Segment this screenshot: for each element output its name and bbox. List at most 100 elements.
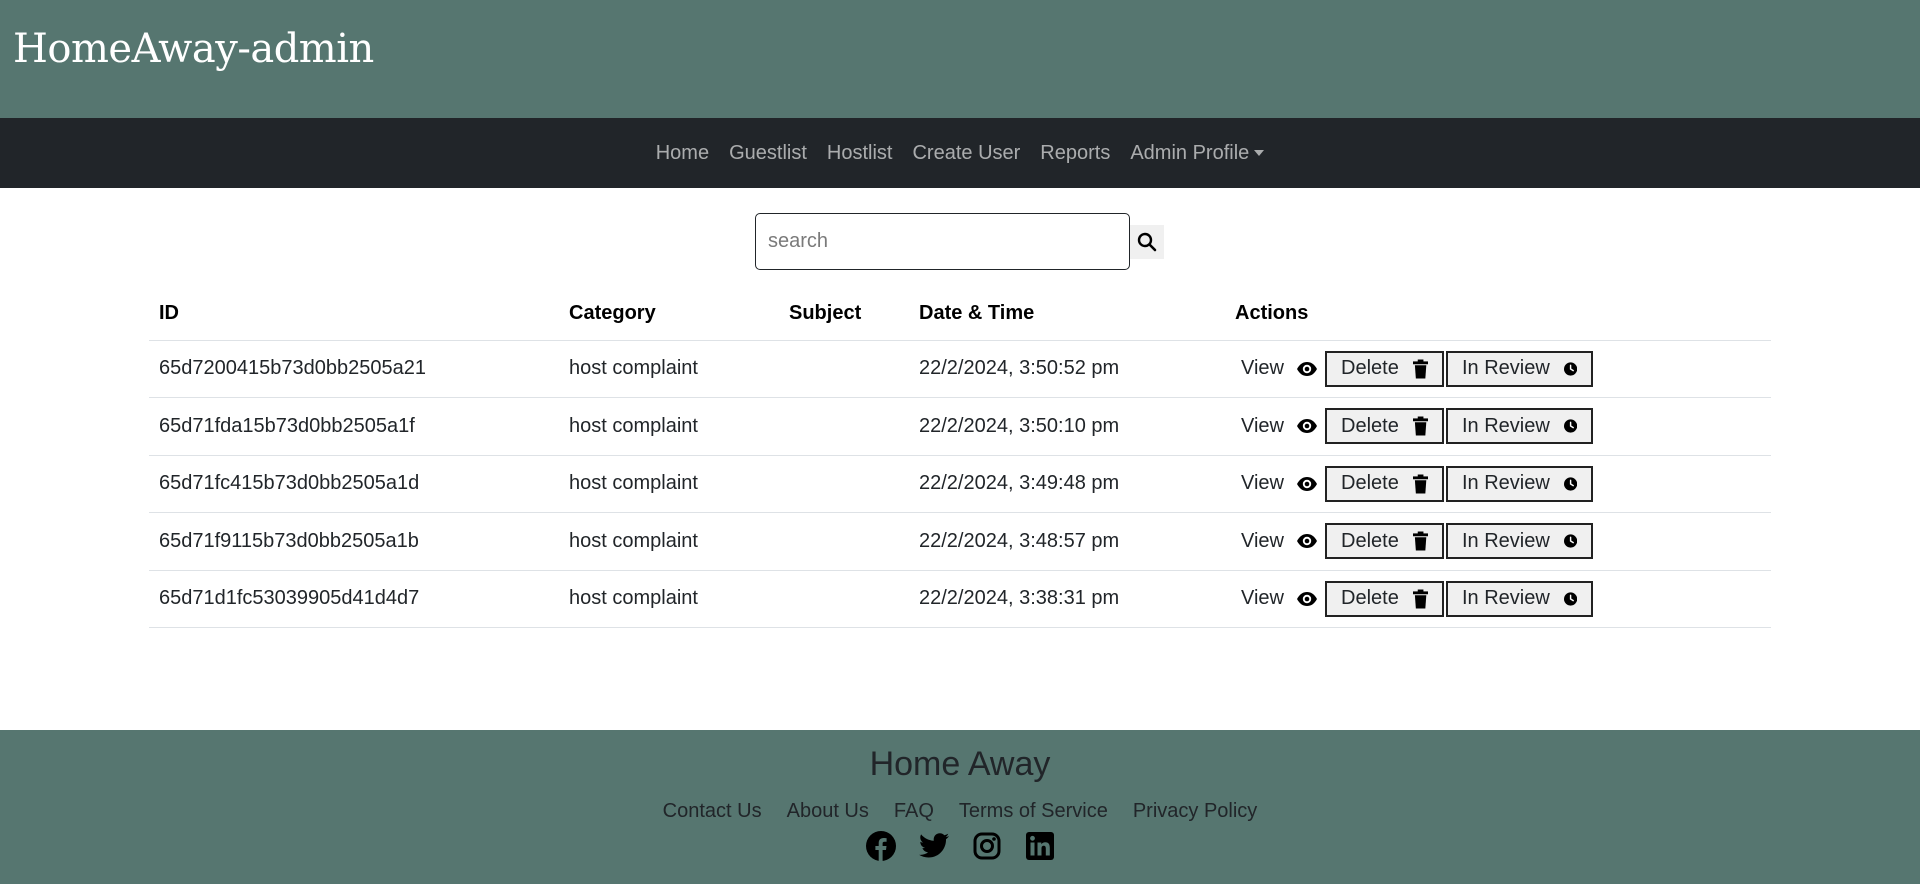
- nav-create-user[interactable]: Create User: [902, 142, 1030, 165]
- view-button[interactable]: View: [1235, 415, 1324, 438]
- caret-down-icon: [1254, 150, 1265, 156]
- brand-title[interactable]: HomeAway-admin: [13, 26, 374, 72]
- linkedin-icon[interactable]: [1025, 831, 1055, 861]
- in-review-button[interactable]: In Review: [1446, 350, 1593, 387]
- table-row: 65d71f9115b73d0bb2505a1b host complaint …: [149, 512, 1771, 571]
- column-header-category: Category: [559, 288, 779, 341]
- row-actions: View Delete In Review: [1235, 408, 1761, 445]
- nav-guestlist[interactable]: Guestlist: [719, 142, 817, 165]
- in-review-button[interactable]: In Review: [1446, 465, 1593, 502]
- twitter-icon[interactable]: [918, 831, 949, 861]
- trash-icon: [1412, 416, 1428, 436]
- table-body: 65d7200415b73d0bb2505a21 host complaint …: [149, 340, 1771, 628]
- cell-category: host complaint: [559, 512, 779, 571]
- footer-link-privacy[interactable]: Privacy Policy: [1120, 800, 1269, 823]
- trash-icon: [1412, 589, 1428, 609]
- footer-link-about-us[interactable]: About Us: [774, 800, 881, 823]
- facebook-icon[interactable]: [865, 831, 896, 861]
- footer-link-faq[interactable]: FAQ: [881, 800, 946, 823]
- cell-subject: [779, 340, 909, 398]
- column-header-id: ID: [149, 288, 559, 341]
- search-icon: [1137, 232, 1157, 251]
- view-button[interactable]: View: [1235, 357, 1324, 380]
- delete-button[interactable]: Delete: [1325, 465, 1444, 502]
- delete-label: Delete: [1341, 414, 1399, 437]
- delete-label: Delete: [1341, 357, 1399, 380]
- instagram-icon[interactable]: [972, 831, 1002, 861]
- view-label: View: [1241, 587, 1284, 610]
- table-row: 65d71fc415b73d0bb2505a1d host complaint …: [149, 455, 1771, 513]
- in-review-label: In Review: [1462, 587, 1550, 610]
- cell-id: 65d71fc415b73d0bb2505a1d: [149, 455, 559, 513]
- delete-button[interactable]: Delete: [1325, 523, 1444, 560]
- cell-id: 65d7200415b73d0bb2505a21: [149, 340, 559, 398]
- clock-icon: [1563, 419, 1577, 433]
- cell-datetime: 22/2/2024, 3:48:57 pm: [909, 512, 1225, 571]
- clock-icon: [1563, 534, 1577, 548]
- cell-actions: View Delete In Review: [1225, 570, 1771, 628]
- view-button[interactable]: View: [1235, 587, 1324, 610]
- eye-icon: [1297, 534, 1317, 549]
- table-row: 65d71fda15b73d0bb2505a1f host complaint …: [149, 397, 1771, 456]
- footer-links: Contact Us About Us FAQ Terms of Service…: [0, 800, 1920, 823]
- nav-reports[interactable]: Reports: [1030, 142, 1120, 165]
- nav-hostlist[interactable]: Hostlist: [817, 142, 903, 165]
- site-footer: Home Away Contact Us About Us FAQ Terms …: [0, 730, 1920, 884]
- search-button[interactable]: [1130, 224, 1164, 259]
- column-header-actions: Actions: [1225, 288, 1771, 341]
- cell-category: host complaint: [559, 570, 779, 628]
- in-review-label: In Review: [1462, 472, 1550, 495]
- nav-admin-profile-dropdown[interactable]: Admin Profile: [1120, 142, 1274, 165]
- cell-subject: [779, 397, 909, 456]
- delete-label: Delete: [1341, 587, 1399, 610]
- row-actions: View Delete In Review: [1235, 465, 1761, 502]
- delete-button[interactable]: Delete: [1325, 408, 1444, 445]
- eye-icon: [1297, 591, 1317, 606]
- cell-datetime: 22/2/2024, 3:49:48 pm: [909, 455, 1225, 513]
- delete-button[interactable]: Delete: [1325, 580, 1444, 617]
- cell-category: host complaint: [559, 455, 779, 513]
- cell-actions: View Delete In Review: [1225, 397, 1771, 456]
- cell-id: 65d71fda15b73d0bb2505a1f: [149, 397, 559, 456]
- view-button[interactable]: View: [1235, 472, 1324, 495]
- view-button[interactable]: View: [1235, 530, 1324, 553]
- trash-icon: [1412, 531, 1428, 551]
- in-review-button[interactable]: In Review: [1446, 580, 1593, 617]
- table-row: 65d7200415b73d0bb2505a21 host complaint …: [149, 340, 1771, 398]
- cell-actions: View Delete In Review: [1225, 455, 1771, 513]
- in-review-label: In Review: [1462, 414, 1550, 437]
- delete-button[interactable]: Delete: [1325, 350, 1444, 387]
- footer-link-terms[interactable]: Terms of Service: [946, 800, 1120, 823]
- main-navbar: Home Guestlist Hostlist Create User Repo…: [0, 118, 1920, 188]
- column-header-subject: Subject: [779, 288, 909, 341]
- delete-label: Delete: [1341, 472, 1399, 495]
- footer-link-contact-us[interactable]: Contact Us: [650, 800, 774, 823]
- cell-actions: View Delete In Review: [1225, 512, 1771, 571]
- eye-icon: [1297, 419, 1317, 434]
- admin-profile-label: Admin Profile: [1130, 141, 1250, 164]
- in-review-label: In Review: [1462, 357, 1550, 380]
- row-actions: View Delete In Review: [1235, 523, 1761, 560]
- nav-home[interactable]: Home: [646, 142, 719, 165]
- in-review-button[interactable]: In Review: [1446, 408, 1593, 445]
- cell-id: 65d71f9115b73d0bb2505a1b: [149, 512, 559, 571]
- top-header: HomeAway-admin: [0, 0, 1920, 118]
- cell-subject: [779, 570, 909, 628]
- view-label: View: [1241, 529, 1284, 552]
- in-review-button[interactable]: In Review: [1446, 523, 1593, 560]
- cell-category: host complaint: [559, 397, 779, 456]
- column-header-datetime: Date & Time: [909, 288, 1225, 341]
- view-label: View: [1241, 414, 1284, 437]
- trash-icon: [1412, 359, 1428, 379]
- row-actions: View Delete In Review: [1235, 580, 1761, 617]
- table-header-row: ID Category Subject Date & Time Actions: [149, 288, 1771, 341]
- in-review-label: In Review: [1462, 529, 1550, 552]
- row-actions: View Delete In Review: [1235, 350, 1761, 387]
- search-input[interactable]: [755, 213, 1130, 270]
- footer-title: Home Away: [869, 745, 1051, 783]
- cell-category: host complaint: [559, 340, 779, 398]
- clock-icon: [1563, 592, 1577, 606]
- cell-id: 65d71d1fc53039905d41d4d7: [149, 570, 559, 628]
- delete-label: Delete: [1341, 529, 1399, 552]
- cell-datetime: 22/2/2024, 3:38:31 pm: [909, 570, 1225, 628]
